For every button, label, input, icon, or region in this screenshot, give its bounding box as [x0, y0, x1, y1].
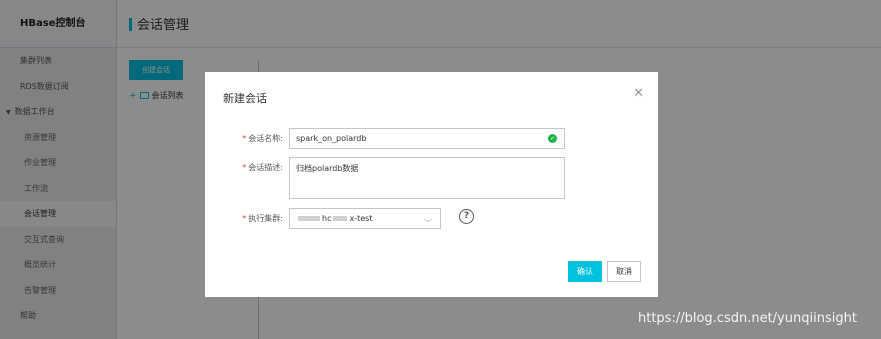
close-icon[interactable]: ✕: [633, 86, 644, 101]
name-label: * 会话名称:: [242, 134, 283, 143]
cluster-label: * 执行集群:: [242, 214, 283, 223]
new-session-dialog: 新建会话 ✕ * 会话名称: spark_on_polardb ✓ * 会话描述: …: [205, 72, 658, 297]
chevron-down-icon: ﹀: [424, 219, 432, 228]
name-row: * 会话名称: spark_on_polardb ✓: [205, 128, 565, 149]
watermark: https://blog.csdn.net/yunqiinsight: [638, 311, 857, 326]
cancel-button[interactable]: 取消: [607, 261, 641, 282]
redacted-text: [298, 216, 320, 221]
help-icon[interactable]: ?: [459, 209, 474, 224]
confirm-button[interactable]: 确认: [568, 261, 602, 282]
desc-label: * 会话描述:: [242, 163, 283, 172]
cluster-row: * 执行集群: hc x-test ﹀: [205, 208, 441, 229]
desc-row: * 会话描述: 归档polardb数据: [205, 157, 565, 199]
check-circle-icon: ✓: [548, 134, 557, 143]
cluster-select[interactable]: hc x-test ﹀: [289, 208, 441, 229]
dialog-title: 新建会话: [223, 92, 267, 105]
redacted-text: [333, 216, 348, 221]
session-name-input[interactable]: spark_on_polardb ✓: [289, 128, 565, 149]
session-description-textarea[interactable]: 归档polardb数据: [289, 157, 565, 199]
